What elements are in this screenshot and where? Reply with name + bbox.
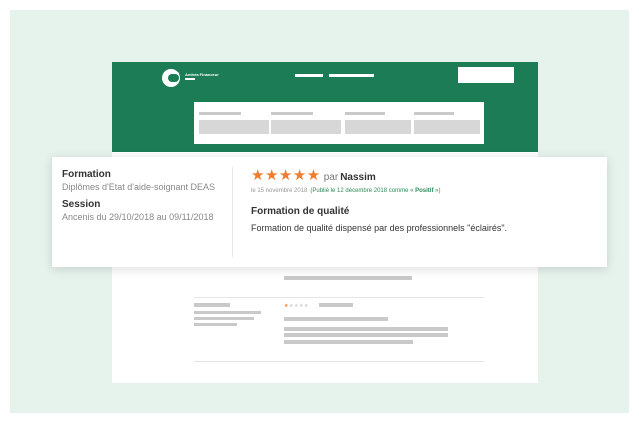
review-content: ★★★★★ par Nassim le 15 novembre 2018 (Publi… <box>251 167 591 234</box>
header-button-placeholder[interactable] <box>458 67 514 83</box>
published-info: (Publié le 12 décembre 2018 comme « Posi… <box>310 188 441 194</box>
brand-tagline-placeholder <box>185 78 195 80</box>
rating-stars-icon: ★★★★★ <box>251 166 321 184</box>
sentiment-link[interactable]: Positif <box>415 188 433 194</box>
filter-label-placeholder <box>199 112 241 115</box>
text-line-placeholder <box>284 327 448 331</box>
filter-label-placeholder <box>271 112 313 115</box>
filter-field-placeholder[interactable] <box>271 120 341 134</box>
text-line-placeholder <box>194 317 254 320</box>
text-line-placeholder <box>284 317 388 321</box>
review-meta: Formation Diplômes d'Etat d'aide-soignan… <box>62 169 234 223</box>
formation-label: Formation <box>62 169 111 180</box>
text-line-placeholder <box>284 276 412 280</box>
filter-field-placeholder[interactable] <box>414 120 480 134</box>
review-date-text: le 15 novembre 2018 <box>251 188 308 194</box>
filter-label-placeholder <box>345 112 385 115</box>
filter-field-placeholder[interactable] <box>199 120 269 134</box>
review-title: Formation de qualité <box>251 206 350 217</box>
nav-link-placeholder[interactable] <box>329 74 374 77</box>
filter-label-placeholder <box>414 112 454 115</box>
text-line-placeholder <box>284 333 448 337</box>
text-line-placeholder <box>194 311 261 314</box>
search-filters-panel <box>194 102 484 144</box>
review-body: Formation de qualité dispensé par des pr… <box>251 223 508 233</box>
review-card: Formation Diplômes d'Etat d'aide-soignan… <box>52 157 607 267</box>
text-line-placeholder <box>284 340 413 344</box>
text-line-placeholder <box>194 303 230 307</box>
brand-name: Anthéa Financeur <box>185 72 219 77</box>
review-date: le 15 novembre 2018 (Publié le 12 décembr… <box>251 187 591 196</box>
divider <box>194 361 484 362</box>
divider <box>194 297 484 298</box>
by-label: par <box>323 172 339 183</box>
text-line-placeholder <box>319 303 353 307</box>
mini-rating-stars-icon: ★★★★★ <box>284 303 309 309</box>
nav-link-placeholder[interactable] <box>295 74 323 77</box>
site-header: ••• Anthéa Financeur <box>112 62 538 152</box>
review-author: Nassim <box>340 172 376 183</box>
session-value: Ancenis du 29/10/2018 au 09/11/2018 <box>62 212 214 222</box>
card-divider <box>232 167 233 257</box>
session-label: Session <box>62 199 101 210</box>
text-line-placeholder <box>194 323 237 326</box>
filter-field-placeholder[interactable] <box>345 120 411 134</box>
formation-value: Diplômes d'Etat d'aide-soignant DEAS <box>62 182 216 192</box>
logo-icon[interactable]: ••• <box>162 69 182 87</box>
rating-line: ★★★★★ par Nassim <box>251 167 591 186</box>
